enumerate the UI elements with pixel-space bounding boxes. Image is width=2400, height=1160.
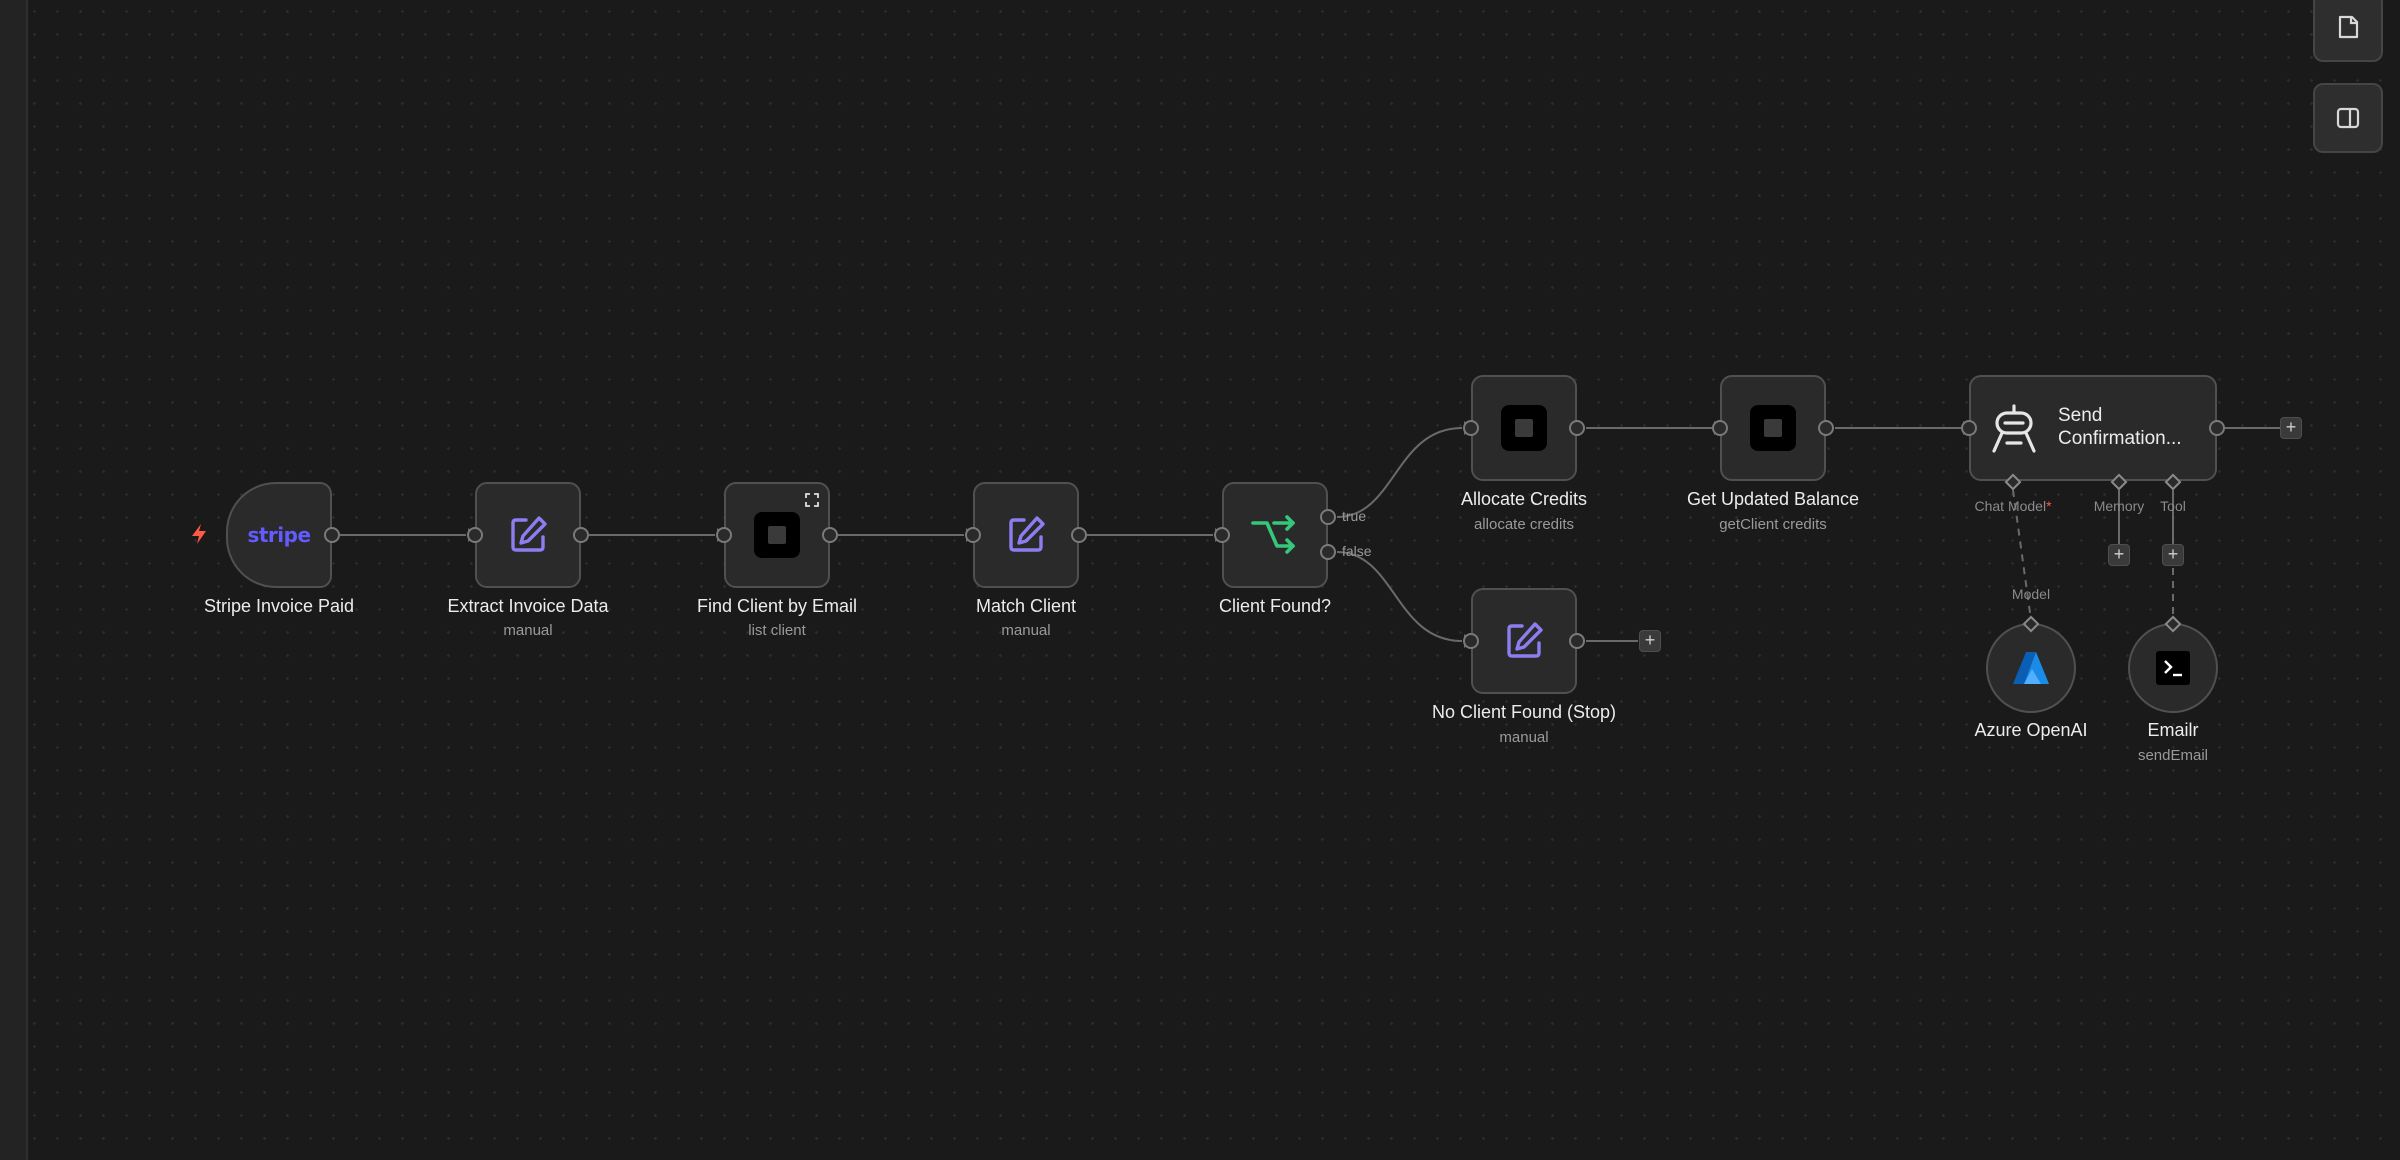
no-client-found-node[interactable] [1471, 588, 1577, 694]
connection-lines [340, 421, 2280, 648]
chat-model-port-label: Chat Model* [1974, 498, 2052, 514]
allocate-output-port[interactable] [1569, 420, 1585, 436]
no-client-add-button[interactable]: + [1639, 630, 1661, 652]
edit-pencil-icon [1502, 619, 1546, 663]
azure-logo [2012, 651, 2050, 685]
model-connector-label: Model [2011, 586, 2051, 602]
find-client-by-email-node[interactable] [724, 482, 830, 588]
no-client-output-port[interactable] [1569, 633, 1585, 649]
stripe-invoice-paid-node[interactable]: stripe [226, 482, 332, 588]
app-square-icon [1750, 405, 1796, 451]
branch-true-label: true [1342, 508, 1367, 524]
match-client-node-subtitle: manual [1001, 622, 1051, 639]
no-client-node-subtitle: manual [1499, 729, 1549, 746]
sticky-note-icon [2338, 15, 2359, 39]
tool-port-label: Tool [2160, 498, 2186, 514]
stripe-logo: stripe [247, 523, 311, 547]
edit-pencil-icon [506, 513, 550, 557]
emailr-tool-node[interactable] [2128, 623, 2218, 713]
memory-port-label: Memory [2093, 498, 2145, 514]
agent-title-line1: Send [2058, 405, 2103, 426]
robot-agent-icon [1992, 404, 2036, 453]
tool-add-button[interactable]: + [2162, 544, 2184, 566]
emailr-node-subtitle: sendEmail [2137, 747, 2209, 764]
terminal-icon [2156, 651, 2190, 685]
agent-input-port[interactable] [1961, 420, 1977, 436]
allocate-credits-node[interactable] [1471, 375, 1577, 481]
app-square-icon [754, 512, 800, 558]
client-found-if-node[interactable] [1222, 482, 1328, 588]
agent-title-line2: Confirmation... [2058, 428, 2182, 449]
client-found-true-port[interactable] [1320, 509, 1336, 525]
match-client-output-port[interactable] [1071, 527, 1087, 543]
stripe-output-port[interactable] [324, 527, 340, 543]
azure-openai-node[interactable] [1986, 623, 2076, 713]
if-branch-icon [1250, 513, 1300, 557]
expand-icon[interactable] [805, 493, 819, 507]
match-client-input-port[interactable] [965, 527, 981, 543]
agent-node-title: Send Confirmation... [2058, 404, 2182, 450]
no-client-node-title: No Client Found (Stop) [1431, 702, 1617, 722]
balance-node-title: Get Updated Balance [1686, 489, 1860, 509]
allocate-input-port[interactable] [1463, 420, 1479, 436]
extract-output-port[interactable] [573, 527, 589, 543]
balance-node-subtitle: getClient credits [1719, 516, 1827, 533]
edit-pencil-icon [1004, 513, 1048, 557]
side-panel-button[interactable] [2313, 83, 2383, 153]
branch-false-label: false [1342, 543, 1372, 559]
memory-add-button[interactable]: + [2108, 544, 2130, 566]
agent-output-port[interactable] [2209, 420, 2225, 436]
trigger-bolt-icon [192, 524, 206, 544]
find-client-output-port[interactable] [822, 527, 838, 543]
find-client-input-port[interactable] [716, 527, 732, 543]
no-client-input-port[interactable] [1463, 633, 1479, 649]
client-found-input-port[interactable] [1214, 527, 1230, 543]
match-client-node[interactable] [973, 482, 1079, 588]
agent-add-button[interactable]: + [2280, 417, 2302, 439]
get-updated-balance-node[interactable] [1720, 375, 1826, 481]
balance-input-port[interactable] [1712, 420, 1728, 436]
app-square-icon [1501, 405, 1547, 451]
extract-input-port[interactable] [467, 527, 483, 543]
client-found-false-port[interactable] [1320, 544, 1336, 560]
balance-output-port[interactable] [1818, 420, 1834, 436]
sticky-note-button[interactable] [2313, 0, 2383, 62]
extract-invoice-data-node[interactable] [475, 482, 581, 588]
client-found-node-title: Client Found? [1218, 596, 1332, 616]
emailr-node-title: Emailr [2147, 720, 2199, 740]
side-panel-icon [2336, 107, 2360, 129]
